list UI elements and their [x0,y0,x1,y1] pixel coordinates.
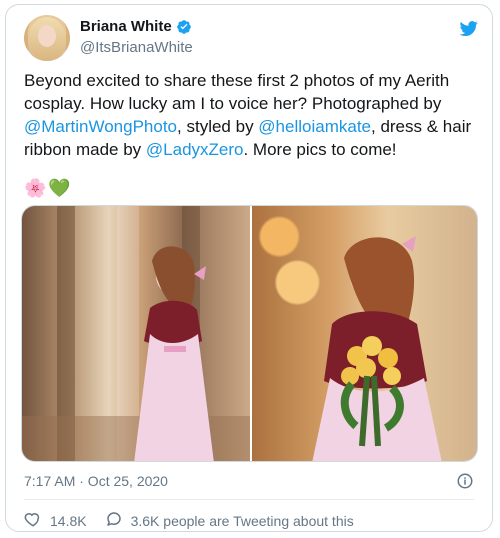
like-action[interactable]: 14.8K [24,510,87,531]
avatar-face [38,25,56,47]
mention-link[interactable]: @MartinWongPhoto [24,117,177,136]
reply-bubble-icon[interactable] [105,510,123,531]
twitter-bird-icon[interactable] [457,19,479,39]
mention-link[interactable]: @LadyxZero [146,140,244,159]
tweet-text-part: . More pics to come! [243,140,397,159]
author-handle[interactable]: @ItsBrianaWhite [80,39,193,56]
like-count: 14.8K [50,512,87,529]
green-heart-emoji: 💚 [48,178,71,198]
tweeting-about: 3.6K people are Tweeting about this [130,512,354,529]
tweet-text: Beyond excited to share these first 2 ph… [24,69,479,161]
author-row: Briana White [80,18,192,35]
tweet-header: Briana White @ItsBrianaWhite [24,15,479,63]
like-heart-icon[interactable] [24,510,42,531]
photo-right[interactable] [252,206,477,461]
info-icon[interactable] [456,472,474,490]
photo-left-illustration [22,206,250,461]
emoji-row: 🌸 💚 [24,177,71,199]
tweet-actions: 14.8K 3.6K people are Tweeting about thi… [24,510,354,531]
avatar[interactable] [24,15,70,61]
reply-action[interactable]: 3.6K people are Tweeting about this [105,510,354,531]
photo-right-illustration [252,206,477,461]
tweet-text-part: Beyond excited to share these first 2 ph… [24,71,450,113]
cherry-blossom-emoji: 🌸 [24,178,47,198]
verified-badge-icon [176,19,192,35]
footer-separator [24,499,474,500]
tweet-timestamp[interactable]: 7:17 AM · Oct 25, 2020 [24,473,168,489]
author-name[interactable]: Briana White [80,18,172,35]
mention-link[interactable]: @helloiamkate [258,117,371,136]
tweet-card: Briana White @ItsBrianaWhite Beyond exci… [5,4,493,532]
tweet-text-part: , styled by [177,117,259,136]
tweet-media[interactable] [21,205,478,462]
photo-left[interactable] [22,206,250,461]
